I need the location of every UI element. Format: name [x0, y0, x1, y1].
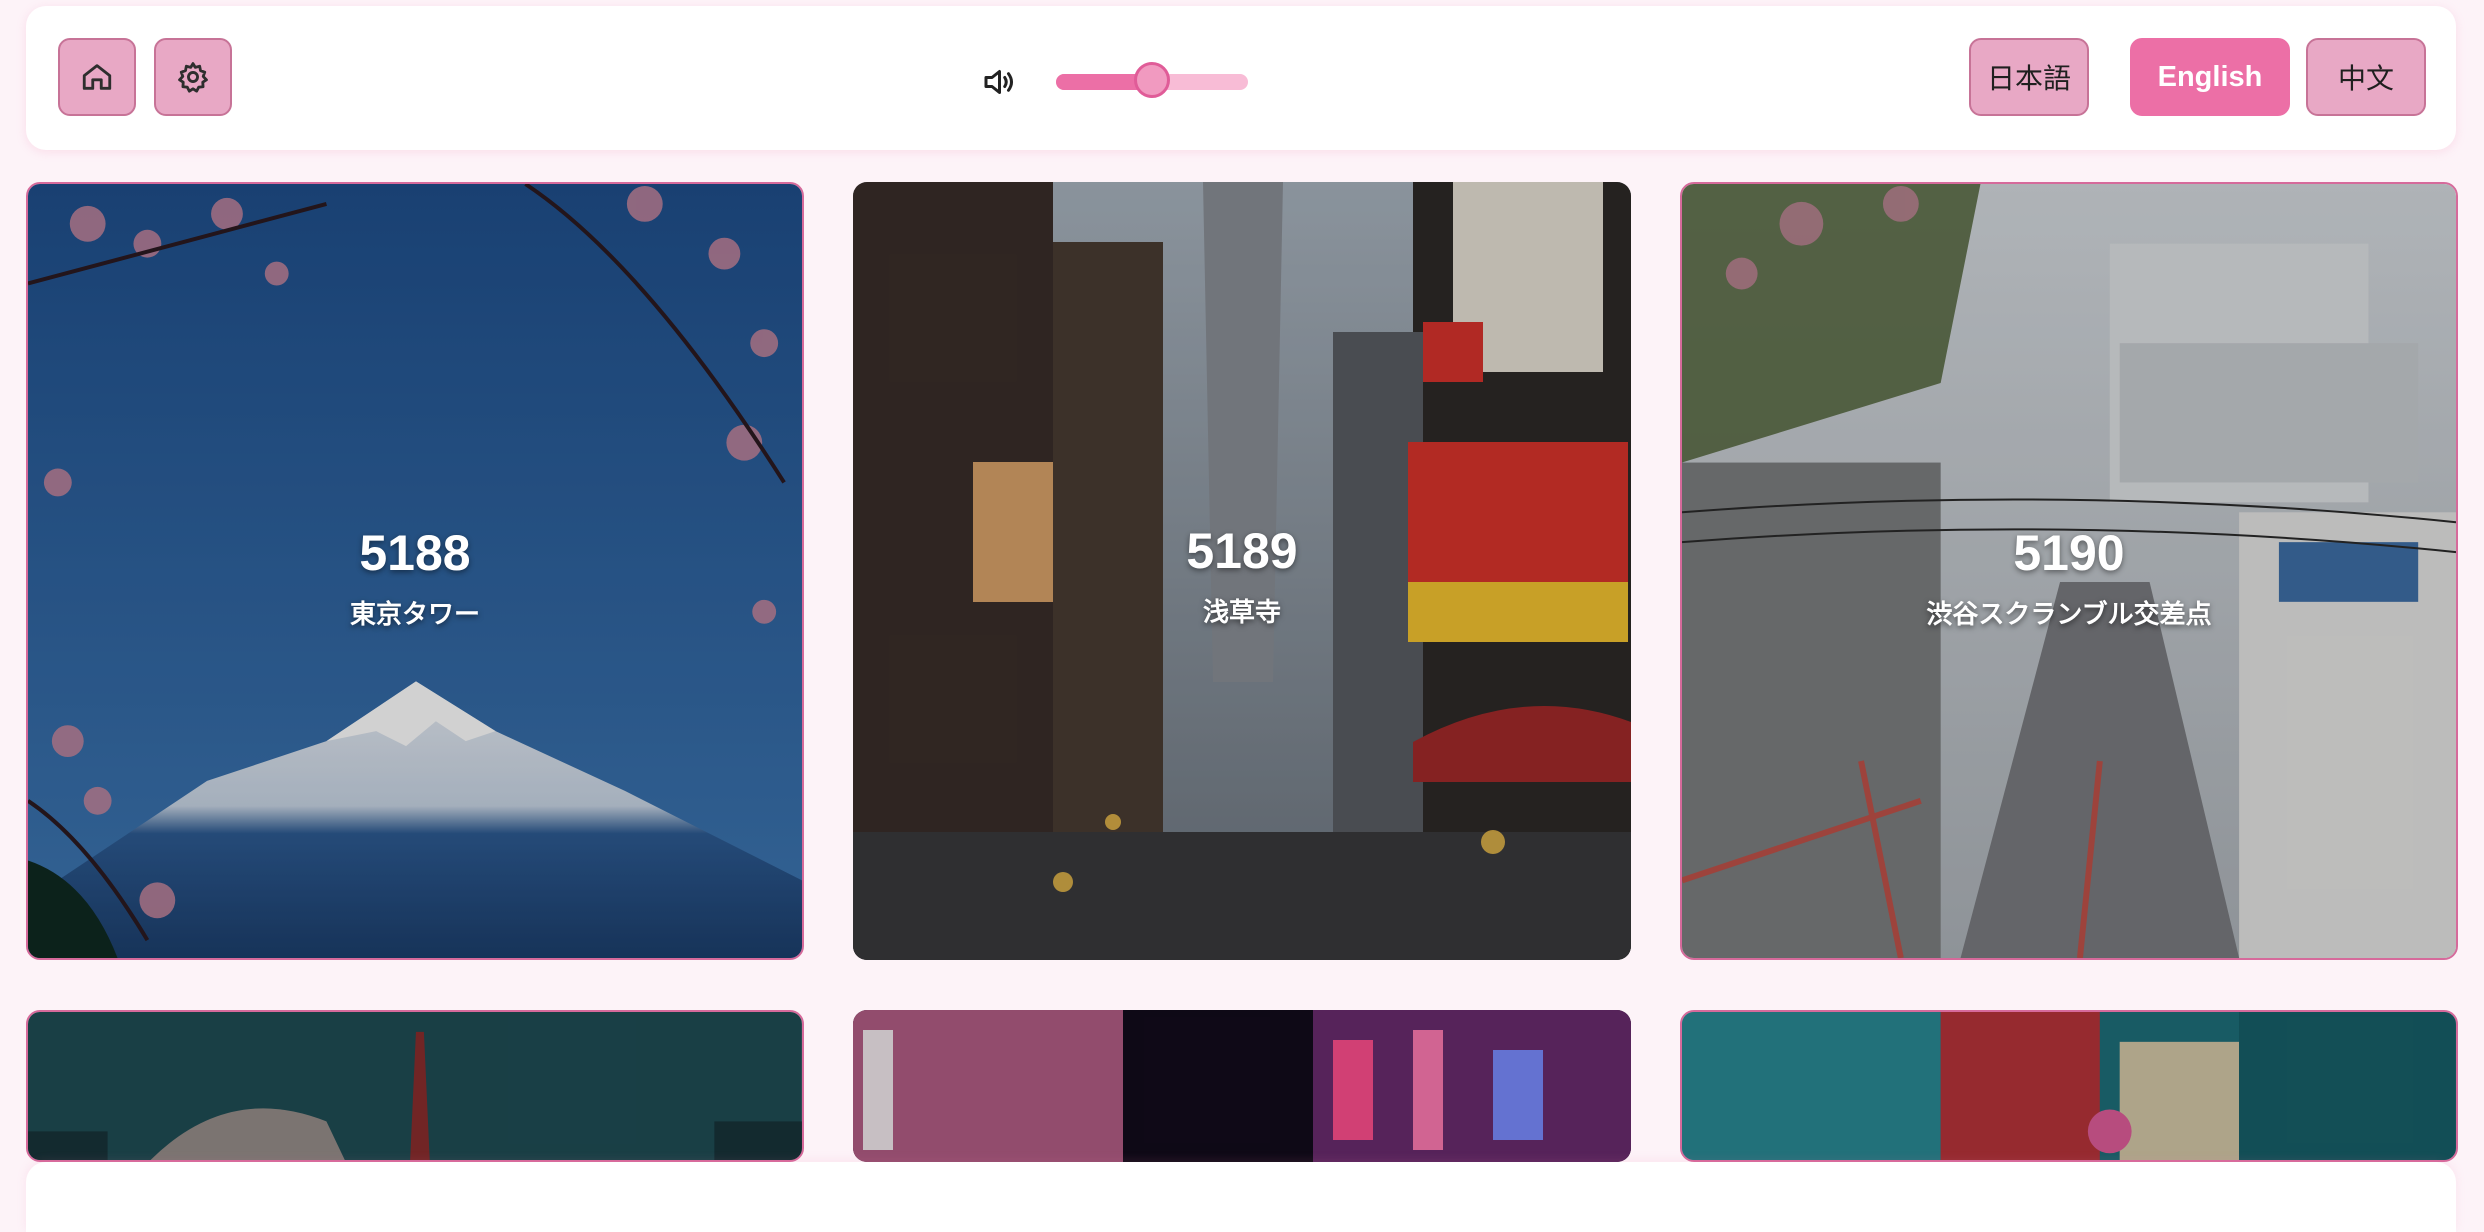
card-number: 5190: [2013, 525, 2125, 581]
location-card[interactable]: [853, 1010, 1631, 1162]
lang-button-japanese[interactable]: 日本語: [1969, 38, 2089, 116]
home-icon: [82, 64, 112, 90]
card-number: 5189: [1186, 523, 1298, 579]
card-overlay: [853, 1010, 1631, 1162]
card-overlay: [28, 1012, 802, 1160]
bottom-panel: [26, 1162, 2456, 1232]
location-card[interactable]: 5189 浅草寺: [853, 182, 1631, 960]
lang-button-chinese[interactable]: 中文: [2306, 38, 2426, 116]
location-card[interactable]: 5190 渋谷スクランブル交差点: [1680, 182, 2458, 960]
volume-slider[interactable]: [1056, 62, 1248, 98]
location-card[interactable]: 5188 東京タワー: [26, 182, 804, 960]
location-card[interactable]: [26, 1010, 804, 1162]
gear-icon: [178, 62, 208, 93]
card-name: 東京タワー: [349, 600, 480, 630]
card-name: 浅草寺: [1202, 598, 1281, 628]
settings-button[interactable]: [154, 38, 232, 116]
volume-slider-thumb[interactable]: [1134, 62, 1170, 98]
home-button[interactable]: [58, 38, 136, 116]
lang-button-english[interactable]: English: [2130, 38, 2290, 116]
top-toolbar: 日本語 English 中文: [26, 6, 2456, 150]
location-card[interactable]: [1680, 1010, 2458, 1162]
volume-icon[interactable]: [980, 64, 1016, 100]
card-overlay: [1682, 1012, 2456, 1160]
card-number: 5188: [359, 525, 471, 581]
card-name: 渋谷スクランブル交差点: [1926, 600, 2212, 630]
